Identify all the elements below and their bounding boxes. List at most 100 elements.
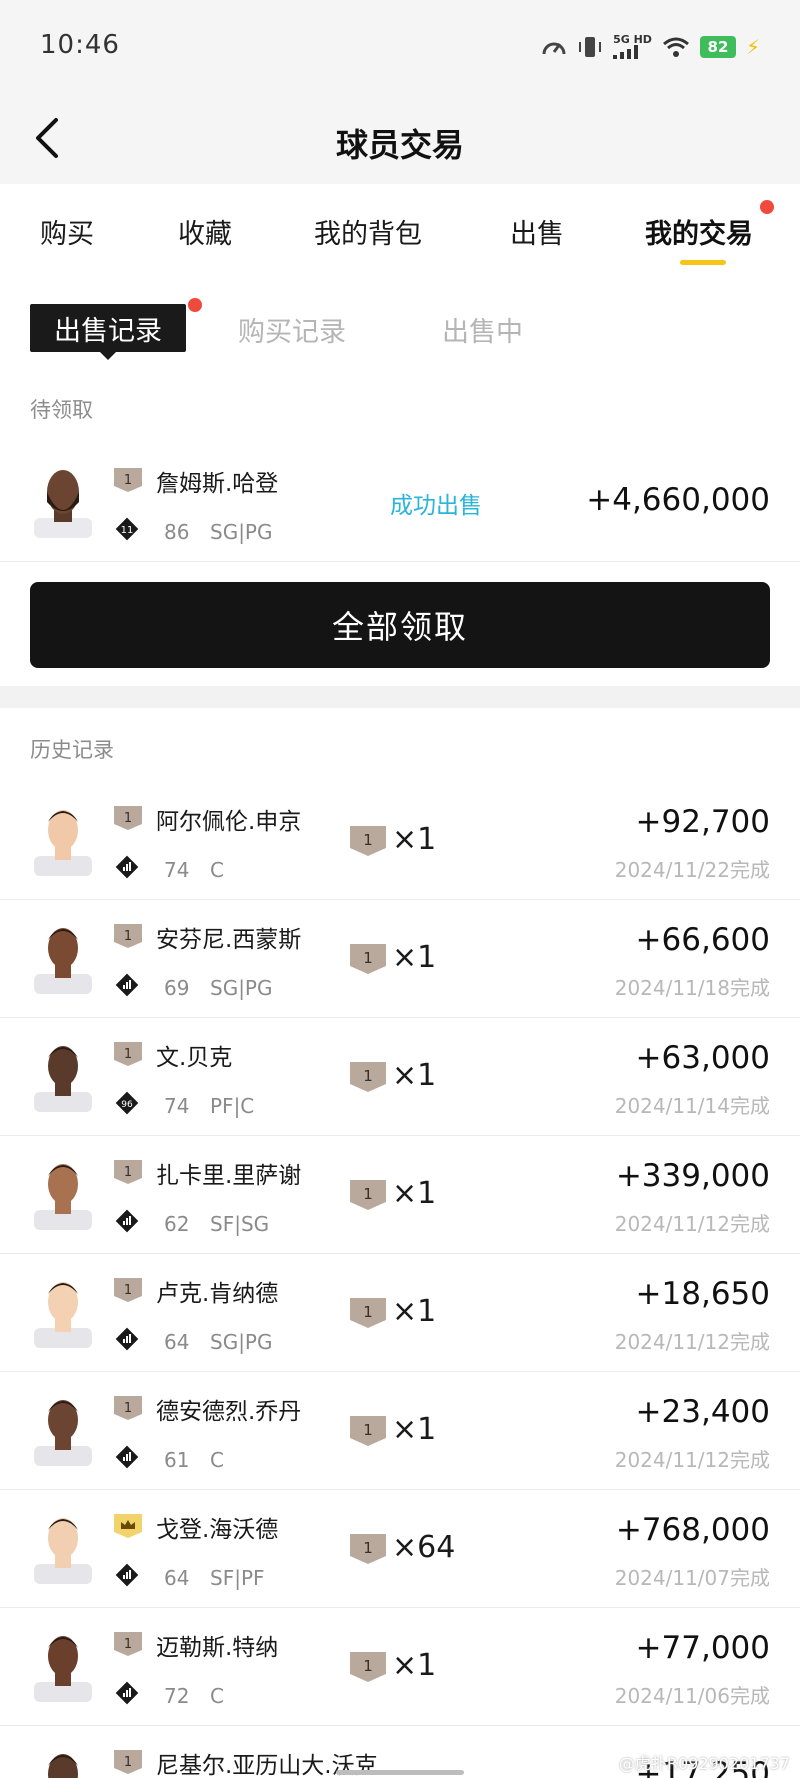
card-level-icon: 1 [114, 1396, 142, 1420]
tier-badge-icon: 96 [114, 1090, 140, 1116]
player-position: SF|PF [210, 1566, 265, 1590]
card-quantity-icon: 1 [350, 1534, 386, 1564]
card-level-icon: 1 [114, 924, 142, 948]
player-position: SG|PG [210, 520, 273, 544]
subtab-purchase-records[interactable]: 购买记录 [238, 310, 346, 349]
watermark: @虎扑R09290201737 [618, 1754, 790, 1773]
sale-amount: +4,660,000 [586, 482, 770, 518]
sale-amount: +66,600 [635, 922, 770, 958]
tab-buy[interactable]: 购买 [40, 212, 94, 251]
card-quantity-icon: 1 [350, 1180, 386, 1210]
card-level-icon: 1 [114, 1632, 142, 1656]
crown-card-icon [114, 1514, 142, 1538]
section-divider [0, 686, 800, 708]
player-rating: 64 [164, 1566, 190, 1590]
card-quantity-icon: 1 [350, 1652, 386, 1682]
wifi-icon [662, 37, 689, 57]
sale-amount: +339,000 [615, 1158, 770, 1194]
status-bar: 10:46 5G HD 82 ⚡ [0, 0, 800, 96]
card-quantity-icon: 1 [350, 1298, 386, 1328]
card-level-icon: 1 [114, 1160, 142, 1184]
player-rating: 69 [164, 976, 190, 1000]
history-row[interactable]: 1 安芬尼.西蒙斯 69 SG|PG 1 ×1 2024/11/18完成 +66,… [0, 900, 800, 1018]
quantity: ×1 [392, 822, 437, 857]
sale-amount: +92,700 [635, 804, 770, 840]
svg-text:1: 1 [363, 831, 373, 849]
sale-status: 成功出售 [390, 493, 482, 519]
svg-text:1: 1 [363, 1067, 373, 1085]
tab-my-backpack[interactable]: 我的背包 [314, 212, 422, 251]
completion-date: 2024/11/22完成 [614, 858, 770, 882]
player-avatar [34, 470, 92, 538]
subtab-on-sale[interactable]: 出售中 [442, 310, 523, 349]
tab-favorites[interactable]: 收藏 [178, 212, 232, 251]
vibrate-icon [579, 36, 602, 57]
svg-text:1: 1 [363, 1303, 373, 1321]
page-title: 球员交易 [335, 126, 464, 164]
player-name: 卢克.肯纳德 [156, 1281, 279, 1307]
player-rating: 62 [164, 1212, 190, 1236]
tier-badge-icon [114, 1326, 140, 1352]
claim-all-button[interactable]: 全部领取 [30, 582, 770, 668]
player-rating: 72 [164, 1684, 190, 1708]
card-level-icon: 1 [114, 1042, 142, 1066]
quantity: ×1 [392, 1176, 437, 1211]
sale-amount: +768,000 [615, 1512, 770, 1548]
home-indicator [336, 1770, 464, 1775]
player-avatar [34, 1636, 92, 1702]
card-quantity-icon: 1 [350, 944, 386, 974]
svg-text:1: 1 [363, 1539, 373, 1557]
tab-sell[interactable]: 出售 [510, 212, 564, 251]
completion-date: 2024/11/07完成 [614, 1566, 770, 1590]
player-avatar [34, 810, 92, 876]
charging-icon: ⚡ [745, 34, 760, 59]
completion-date: 2024/11/18完成 [614, 976, 770, 1000]
battery-indicator: 82 [699, 35, 736, 58]
card-quantity-icon: 1 [350, 826, 386, 856]
svg-text:1: 1 [124, 1283, 132, 1298]
player-rating: 74 [164, 858, 190, 882]
history-row[interactable]: 1 文.贝克 96 74 PF|C 1 ×1 2024/11/14完成 +63,0… [0, 1018, 800, 1136]
status-icons: 5G HD 82 ⚡ [541, 34, 760, 59]
sale-amount: +18,650 [635, 1276, 770, 1312]
history-row[interactable]: 1 德安德烈.乔丹 61 C 1 ×1 2024/11/12完成 +23,400 [0, 1372, 800, 1490]
card-quantity-icon: 1 [350, 1062, 386, 1092]
history-row[interactable]: 1 迈勒斯.特纳 72 C 1 ×1 2024/11/06完成 +77,000 [0, 1608, 800, 1726]
svg-text:1: 1 [124, 811, 132, 826]
svg-text:96: 96 [121, 1100, 133, 1110]
subtab-sale-records[interactable]: 出售记录 [30, 304, 186, 360]
svg-text:1: 1 [363, 1657, 373, 1675]
player-position: SG|PG [210, 1330, 273, 1354]
svg-text:1: 1 [124, 1401, 132, 1416]
player-name: 阿尔佩伦.申京 [156, 809, 302, 835]
tier-badge-icon [114, 1562, 140, 1588]
player-name: 扎卡里.里萨谢 [156, 1163, 302, 1189]
player-name: 安芬尼.西蒙斯 [156, 927, 302, 953]
history-row[interactable]: 戈登.海沃德 64 SF|PF 1 ×64 2024/11/07完成 +768,0… [0, 1490, 800, 1608]
sale-amount: +77,000 [635, 1630, 770, 1666]
svg-text:11: 11 [121, 525, 134, 536]
player-name: 德安德烈.乔丹 [156, 1399, 302, 1425]
card-quantity-icon: 1 [350, 1416, 386, 1446]
completion-date: 2024/11/12完成 [614, 1330, 770, 1354]
history-row[interactable]: 1 阿尔佩伦.申京 74 C 1 ×1 2024/11/22完成 +92,700 [0, 782, 800, 900]
svg-text:1: 1 [363, 1421, 373, 1439]
player-avatar [34, 1046, 92, 1112]
player-avatar [34, 1282, 92, 1348]
player-position: C [210, 858, 224, 882]
pending-section-label: 待领取 [30, 398, 93, 422]
card-level-icon: 1 [114, 1278, 142, 1302]
card-level-icon: 1 [114, 806, 142, 830]
subtab-notification-dot [188, 298, 202, 312]
svg-text:1: 1 [124, 1165, 132, 1180]
history-row[interactable]: 1 卢克.肯纳德 64 SG|PG 1 ×1 2024/11/12完成 +18,6… [0, 1254, 800, 1372]
quantity: ×1 [392, 1648, 437, 1683]
active-tab-indicator [680, 260, 726, 265]
tier-badge-icon [114, 972, 140, 998]
player-avatar [34, 1400, 92, 1466]
tab-my-trades[interactable]: 我的交易 [645, 212, 753, 251]
svg-text:1: 1 [124, 1755, 132, 1770]
card-level-icon: 1 [114, 468, 142, 492]
tier-badge-icon [114, 1444, 140, 1470]
history-row[interactable]: 1 扎卡里.里萨谢 62 SF|SG 1 ×1 2024/11/12完成 +339… [0, 1136, 800, 1254]
